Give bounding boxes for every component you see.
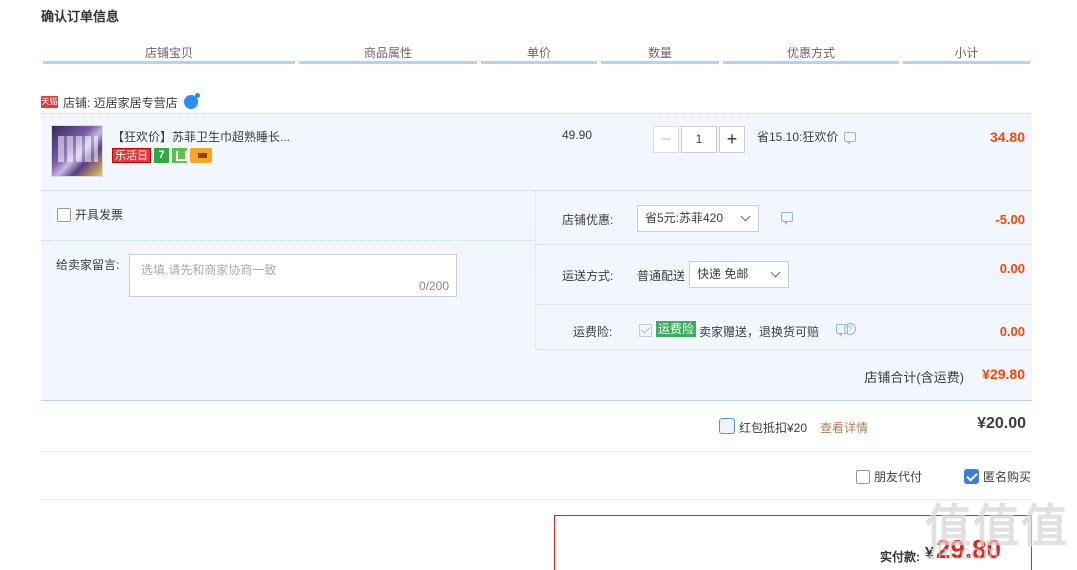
- seven-day-return-icon: 7: [154, 148, 169, 163]
- credit-card-icon: [190, 148, 212, 163]
- order-options-panel: 开具发票 给卖家留言: 选填,请先和商家协商一致 0/200 店铺优惠: 省5元…: [41, 191, 1032, 401]
- friend-pay-checkbox[interactable]: [856, 469, 870, 484]
- anonymous-purchase-label: 匿名购买: [983, 470, 1032, 484]
- shop-discount-label: 店铺优惠:: [562, 213, 614, 227]
- shipping-method: 普通配送: [637, 269, 686, 283]
- quantity-input[interactable]: 1: [681, 126, 717, 153]
- shipping-label: 运送方式:: [562, 269, 614, 283]
- column-header-subtotal: 小计: [901, 44, 1032, 64]
- friend-pay-label: 朋友代付: [874, 470, 923, 484]
- hongbao-amount: ¥20.00: [977, 415, 1026, 432]
- product-title-link[interactable]: 【狂欢价】苏菲卫生巾超熟睡长...: [112, 128, 290, 145]
- shop-discount-row: 店铺优惠: 省5元:苏菲420 -5.00: [536, 191, 1032, 243]
- insurance-label: 运费险:: [573, 325, 613, 339]
- anonymous-purchase-checkbox[interactable]: [964, 469, 979, 484]
- shop-row: 天猫 店铺: 迈居家居专营店: [41, 93, 200, 111]
- service-guarantee-icon: [172, 148, 187, 163]
- column-header-quantity: 数量: [599, 44, 721, 64]
- insurance-checkbox: [639, 324, 652, 337]
- product-tags: 乐活日 7: [112, 148, 212, 163]
- unit-price: 49.90: [562, 128, 593, 142]
- shipping-value: 快递 免邮: [697, 267, 749, 281]
- message-char-counter: 0/200: [418, 279, 449, 293]
- insurance-desc: 卖家赠送，退换货可赔: [699, 325, 820, 339]
- shipping-row: 运送方式: 普通配送 快递 免邮 0.00: [536, 244, 1032, 296]
- message-placeholder: 选填,请先和商家协商一致: [141, 263, 277, 277]
- shop-total-value: ¥29.80: [982, 366, 1025, 382]
- hongbao-checkbox[interactable]: [719, 418, 735, 434]
- shop-discount-select[interactable]: 省5元:苏菲420: [637, 205, 759, 232]
- friend-pay-option[interactable]: 朋友代付: [856, 468, 922, 485]
- hongbao-row: 红包抵扣¥20 查看详情 ¥20.00: [41, 402, 1032, 452]
- insurance-amount: 0.00: [999, 324, 1025, 339]
- quantity-decrease-button[interactable]: −: [653, 126, 679, 153]
- shop-total-label: 店铺合计(含运费): [864, 370, 964, 385]
- chevron-down-icon: [740, 211, 751, 222]
- hongbao-label: 红包抵扣¥20: [739, 421, 808, 435]
- insurance-row: 运费险: 运费险 卖家赠送，退换货可赔 ? 0.00: [536, 304, 1032, 349]
- column-header-discount: 优惠方式: [721, 44, 901, 64]
- insurance-badge: 运费险: [656, 321, 697, 337]
- anonymous-purchase-option[interactable]: 匿名购买: [964, 468, 1031, 485]
- chat-seller-icon[interactable]: [183, 93, 200, 109]
- watermark-site: zhi.com: [927, 543, 1000, 564]
- page-title: 确认订单信息: [41, 9, 120, 24]
- column-header-shop-item: 店铺宝贝: [41, 44, 297, 64]
- shop-total-row: 店铺合计(含运费) ¥29.80: [536, 349, 1032, 401]
- final-payment-label: 实付款:: [880, 550, 920, 564]
- chevron-down-icon: [770, 267, 781, 278]
- product-thumbnail[interactable]: [51, 125, 103, 177]
- shop-discount-amount: -5.00: [995, 212, 1025, 227]
- shop-discount-value: 省5元:苏菲420: [645, 211, 724, 225]
- invoice-checkbox[interactable]: [57, 207, 71, 222]
- invoice-option[interactable]: 开具发票: [57, 206, 123, 223]
- message-textarea[interactable]: 选填,请先和商家协商一致 0/200: [129, 254, 457, 297]
- item-subtotal: 34.80: [989, 129, 1025, 145]
- message-label: 给卖家留言:: [56, 258, 120, 272]
- column-header-price: 单价: [479, 44, 599, 64]
- tmall-icon: 天猫: [41, 96, 58, 108]
- hongbao-details-link[interactable]: 查看详情: [820, 419, 868, 436]
- comment-icon[interactable]: [781, 212, 793, 225]
- quantity-increase-button[interactable]: +: [719, 126, 745, 153]
- column-header-attributes: 商品属性: [297, 44, 479, 64]
- shipping-amount: 0.00: [999, 261, 1025, 276]
- quantity-stepper: − 1 +: [653, 126, 745, 153]
- order-item-row: 【狂欢价】苏菲卫生巾超熟睡长... 乐活日 7 49.90 − 1 + 省15.…: [41, 113, 1032, 191]
- item-discount-text: 省15.10:狂欢价: [757, 130, 839, 144]
- shop-name-link[interactable]: 店铺: 迈居家居专营店: [63, 94, 178, 111]
- help-icon[interactable]: ?: [844, 323, 856, 335]
- payment-options-row: 朋友代付 匿名购买: [41, 452, 1032, 500]
- shipping-select[interactable]: 快递 免邮: [689, 261, 789, 288]
- festival-tag: 乐活日: [112, 148, 151, 163]
- comment-icon[interactable]: [844, 131, 857, 145]
- invoice-label: 开具发票: [75, 208, 124, 222]
- item-discount: 省15.10:狂欢价: [757, 128, 857, 145]
- order-options-left: 开具发票 给卖家留言: 选填,请先和商家协商一致 0/200: [41, 191, 536, 348]
